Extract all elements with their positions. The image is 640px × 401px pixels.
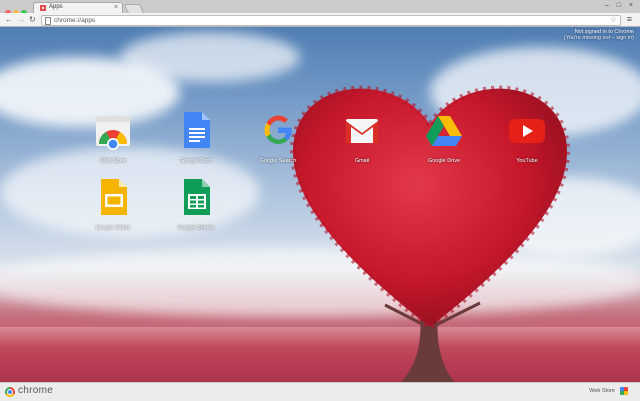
app-youtube[interactable]: YouTube [491, 110, 563, 164]
url-text[interactable]: chrome://apps [54, 16, 95, 25]
youtube-icon [509, 119, 545, 143]
bottom-bar: chrome Web Store [0, 382, 640, 401]
apps-page: Not signed in to Chrome (You're missing … [0, 27, 640, 382]
google-slides-icon [101, 179, 127, 215]
google-sheets-icon [184, 179, 210, 215]
menu-icon[interactable]: ≡ [627, 15, 632, 24]
google-drive-icon [426, 116, 462, 146]
signin-link[interactable]: (You're missing out – sign in) [564, 35, 634, 41]
app-label: Web Store [100, 158, 126, 164]
web-store-icon [96, 116, 130, 150]
address-bar[interactable]: chrome://apps ☆ [41, 15, 621, 26]
app-label: Google Search [259, 158, 297, 164]
app-label: Google Slides [95, 225, 131, 231]
forward-button[interactable]: → [17, 14, 25, 25]
tab-strip: Apps × – □ × [0, 0, 640, 16]
tab-close-icon[interactable]: × [114, 3, 118, 13]
app-label: Gmail [354, 158, 370, 164]
app-label: Google Docs [180, 158, 212, 164]
tab-title: Apps [49, 4, 63, 10]
bookmark-star-icon[interactable]: ☆ [610, 15, 617, 25]
app-google-sheets[interactable]: Google Sheets [160, 177, 232, 231]
google-docs-icon [184, 112, 210, 148]
window-controls[interactable]: – □ × [605, 2, 636, 9]
chrome-logo-icon [5, 387, 15, 397]
app-label: Google Sheets [177, 225, 215, 231]
app-google-search[interactable]: Google Search [242, 110, 314, 164]
app-google-slides[interactable]: Google Slides [77, 177, 149, 231]
app-web-store[interactable]: Web Store [77, 110, 149, 164]
chrome-wordmark: chrome [18, 385, 54, 396]
app-gmail[interactable]: Gmail [326, 110, 398, 164]
app-label: YouTube [516, 158, 538, 164]
app-label: Google Drive [427, 158, 461, 164]
reload-button[interactable]: ↻ [29, 14, 36, 25]
apps-grid-icon [40, 5, 46, 11]
web-store-icon[interactable] [620, 387, 628, 395]
page-icon [45, 17, 51, 25]
google-search-icon [264, 115, 292, 145]
app-google-drive[interactable]: Google Drive [408, 110, 480, 164]
back-button[interactable]: ← [5, 14, 13, 25]
gmail-icon [346, 119, 378, 143]
toolbar: ← → ↻ chrome://apps ☆ ≡ [0, 13, 640, 27]
app-google-docs[interactable]: Google Docs [160, 110, 232, 164]
signin-notice[interactable]: Not signed in to Chrome (You're missing … [564, 29, 634, 41]
web-store-link[interactable]: Web Store [589, 388, 615, 394]
